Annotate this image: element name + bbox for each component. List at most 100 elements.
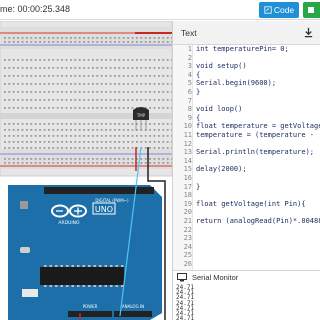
breadboard-hole bbox=[114, 147, 116, 149]
breadboard-hole bbox=[149, 135, 151, 137]
breadboard-hole bbox=[118, 141, 121, 143]
breadboard-hole bbox=[144, 37, 147, 39]
breadboard-hole bbox=[127, 59, 129, 61]
code-button-label: Code bbox=[273, 5, 295, 15]
breadboard-hole bbox=[61, 162, 63, 164]
breadboard-hole bbox=[61, 83, 63, 85]
breadboard-hole bbox=[140, 83, 143, 85]
breadboard-hole bbox=[74, 162, 77, 164]
breadboard-hole bbox=[136, 99, 138, 101]
breadboard-hole bbox=[8, 158, 11, 160]
reset-button[interactable] bbox=[20, 201, 28, 209]
breadboard-hole bbox=[87, 99, 90, 101]
breadboard-hole bbox=[109, 158, 112, 160]
breadboard-hole bbox=[136, 75, 138, 77]
breadboard-hole bbox=[158, 107, 160, 109]
breadboard[interactable] bbox=[0, 21, 172, 177]
breadboard-hole bbox=[12, 67, 15, 69]
breadboard-hole bbox=[70, 75, 72, 77]
breadboard-hole bbox=[61, 41, 63, 43]
breadboard-hole bbox=[122, 147, 125, 149]
chip-pin bbox=[49, 285, 52, 287]
breadboard-hole bbox=[26, 37, 28, 39]
chip-pin bbox=[110, 265, 113, 267]
breadboard-hole bbox=[8, 162, 11, 164]
download-icon[interactable] bbox=[303, 27, 314, 38]
breadboard-hole bbox=[131, 99, 134, 101]
circuit-canvas[interactable]: TMP DIGITAL (PWM~) UNO ARDUINO POWER ANA… bbox=[0, 21, 172, 320]
breadboard-hole bbox=[78, 162, 81, 164]
breadboard-hole bbox=[56, 162, 59, 164]
breadboard-hole bbox=[30, 75, 33, 77]
breadboard-hole bbox=[70, 162, 72, 164]
breadboard-hole bbox=[87, 41, 90, 43]
breadboard-hole bbox=[70, 59, 72, 61]
breadboard-hole bbox=[17, 135, 19, 137]
breadboard-hole bbox=[21, 99, 24, 101]
breadboard-hole bbox=[87, 83, 90, 85]
breadboard-hole bbox=[34, 99, 37, 101]
breadboard-hole bbox=[114, 59, 116, 61]
line-number: 15 bbox=[183, 165, 192, 174]
breadboard-hole bbox=[4, 162, 6, 164]
breadboard-hole bbox=[92, 59, 94, 61]
code-mode-label[interactable]: Text bbox=[181, 28, 197, 38]
breadboard-hole bbox=[153, 135, 156, 137]
code-editor[interactable]: 1 2 3 4 5 6 7 8 9 10 11 12 13 14 15 16 17 18 19 20 21 22 23 24 2… bbox=[173, 45, 320, 270]
breadboard-hole bbox=[144, 141, 147, 143]
breadboard-hole bbox=[17, 107, 19, 109]
breadboard-hole bbox=[26, 162, 28, 164]
breadboard-hole bbox=[96, 67, 99, 69]
breadboard-hole bbox=[144, 83, 147, 85]
line-number: 24 bbox=[183, 242, 192, 251]
breadboard-hole bbox=[87, 107, 90, 109]
arduino-uno-board[interactable]: DIGITAL (PWM~) UNO ARDUINO POWER ANALOG … bbox=[8, 185, 162, 320]
serial-monitor-header[interactable]: Serial Monitor bbox=[173, 270, 320, 284]
breadboard-hole bbox=[122, 91, 125, 93]
breadboard-hole bbox=[78, 41, 81, 43]
breadboard-hole bbox=[83, 158, 85, 160]
code-button[interactable]: Code bbox=[259, 2, 299, 18]
code-line: void setup() bbox=[196, 62, 247, 71]
breadboard-hole bbox=[144, 75, 147, 77]
chip-pin bbox=[93, 285, 96, 287]
breadboard-hole bbox=[12, 91, 15, 93]
breadboard-hole bbox=[118, 83, 121, 85]
breadboard-hole bbox=[105, 158, 107, 160]
breadboard-hole bbox=[34, 107, 37, 109]
code-line: } bbox=[196, 88, 201, 96]
breadboard-hole bbox=[100, 158, 103, 160]
code-line: { bbox=[196, 70, 201, 79]
breadboard-hole bbox=[114, 123, 116, 125]
breadboard-hole bbox=[166, 147, 169, 149]
breadboard-hole bbox=[74, 41, 77, 43]
line-number: 3 bbox=[187, 62, 192, 71]
breadboard-hole bbox=[65, 141, 68, 143]
line-number: 26 bbox=[183, 260, 192, 268]
breadboard-hole bbox=[100, 75, 103, 77]
chip-pin bbox=[55, 285, 58, 287]
breadboard-hole bbox=[26, 41, 28, 43]
breadboard-hole bbox=[74, 123, 77, 125]
breadboard-hole bbox=[162, 135, 165, 137]
breadboard-hole bbox=[118, 147, 121, 149]
breadboard-hole bbox=[100, 37, 103, 39]
breadboard-hole bbox=[149, 37, 151, 39]
breadboard-hole bbox=[56, 75, 59, 77]
breadboard-hole bbox=[83, 141, 85, 143]
breadboard-hole bbox=[153, 99, 156, 101]
breadboard-hole bbox=[17, 37, 19, 39]
breadboard-hole bbox=[56, 59, 59, 61]
breadboard-hole bbox=[61, 135, 63, 137]
breadboard-hole bbox=[21, 129, 24, 131]
breadboard-hole bbox=[158, 162, 160, 164]
breadboard-hole bbox=[162, 37, 165, 39]
breadboard-hole bbox=[149, 59, 151, 61]
breadboard-hole bbox=[43, 123, 46, 125]
line-number: 1 bbox=[187, 45, 192, 53]
stop-simulation-button[interactable] bbox=[303, 2, 320, 18]
breadboard-hole bbox=[158, 75, 160, 77]
breadboard-hole bbox=[17, 147, 19, 149]
breadboard-hole bbox=[83, 75, 85, 77]
breadboard-hole bbox=[48, 129, 50, 131]
